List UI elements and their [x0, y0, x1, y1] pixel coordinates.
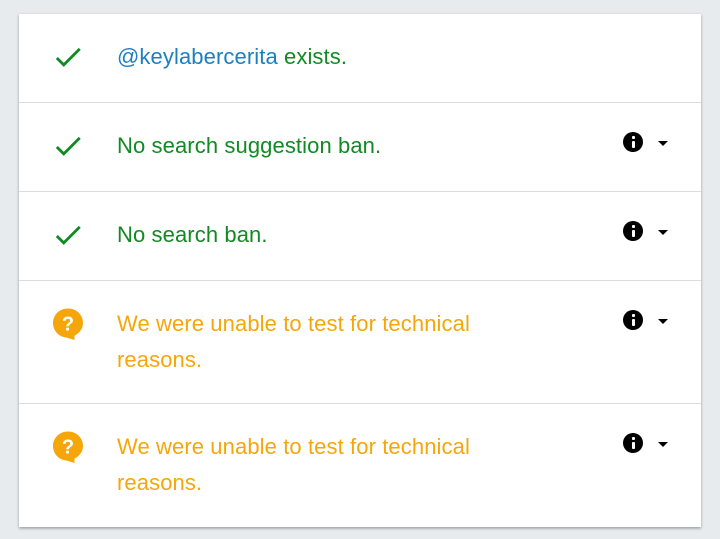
expand-caret-icon[interactable]: [658, 230, 668, 235]
result-row-unable-to-test: ? We were unable to test for technical r…: [19, 281, 701, 404]
svg-text:?: ?: [62, 314, 74, 336]
username-handle[interactable]: @keylabercerita: [117, 44, 278, 69]
result-row-account-exists: @keylabercerita exists.: [19, 14, 701, 103]
help-bubble-icon: ?: [53, 308, 83, 340]
expand-caret-icon[interactable]: [658, 141, 668, 146]
result-row-unable-to-test: ? We were unable to test for technical r…: [19, 404, 701, 527]
result-message: No search ban.: [117, 222, 268, 247]
check-icon: [55, 136, 81, 156]
result-row-search-ban: No search ban.: [19, 192, 701, 281]
result-message: @keylabercerita exists.: [117, 44, 348, 69]
info-icon[interactable]: [623, 433, 643, 453]
result-message: We were unable to test for technical rea…: [117, 434, 470, 495]
svg-text:?: ?: [62, 437, 74, 459]
info-icon[interactable]: [623, 310, 643, 330]
expand-caret-icon[interactable]: [658, 319, 668, 324]
check-icon: [55, 225, 81, 245]
info-icon[interactable]: [623, 221, 643, 241]
result-message: We were unable to test for technical rea…: [117, 311, 470, 372]
info-icon[interactable]: [623, 132, 643, 152]
help-bubble-icon: ?: [53, 431, 83, 463]
results-card: @keylabercerita exists. No search sugges…: [19, 14, 701, 527]
expand-caret-icon[interactable]: [658, 442, 668, 447]
check-icon: [55, 47, 81, 67]
result-row-search-suggestion-ban: No search suggestion ban.: [19, 103, 701, 192]
result-message: No search suggestion ban.: [117, 133, 382, 158]
